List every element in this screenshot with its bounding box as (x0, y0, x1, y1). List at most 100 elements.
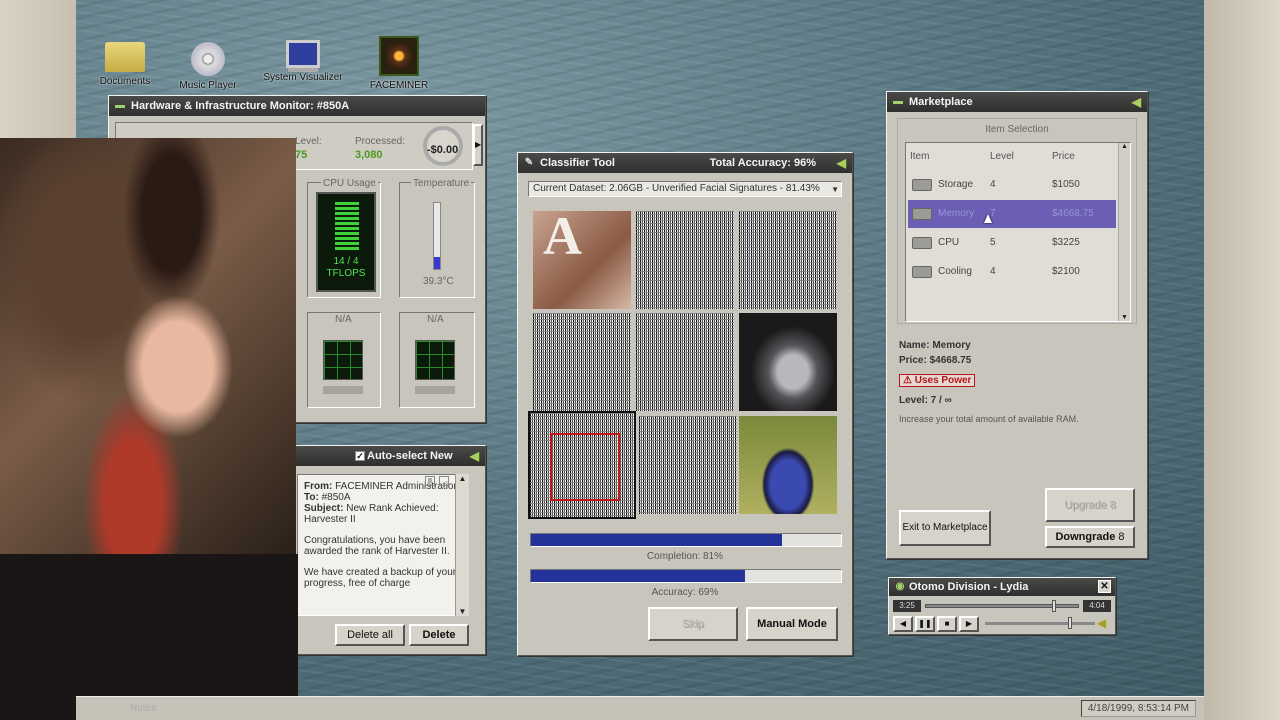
item-row-memory[interactable]: Memory 7 $4668.75 (908, 200, 1116, 228)
completion-bar-fill (531, 534, 783, 546)
window-title: Auto-select New (367, 450, 453, 462)
exit-marketplace-button[interactable]: Exit to Marketplace (899, 510, 991, 546)
desktop-icon-music-player[interactable]: Music Player (163, 36, 253, 91)
completion-label: Completion: 81% (646, 551, 724, 562)
speaker-icon[interactable]: ◀ (1132, 92, 1141, 112)
monitor-small-icon: ▬ (115, 100, 125, 111)
desktop-icon-faceminer[interactable]: FACEMINER (354, 36, 444, 91)
upgrade-button[interactable]: Upgrade 8 (1045, 488, 1135, 522)
auto-select-checkbox[interactable]: ✓ (355, 451, 365, 461)
item-item: Storage (938, 179, 974, 190)
slot-3-bar (323, 386, 363, 394)
scroll-up-icon[interactable]: ▲ (1119, 143, 1130, 150)
detail-name: Name: Memory (899, 340, 971, 351)
item-row-cpu[interactable]: CPU 5 $3225 (908, 229, 1116, 257)
accuracy-label: Accuracy: 69% (651, 587, 719, 598)
cpu-usage-meter: 14 / 4 TFLOPS (316, 192, 376, 292)
cpu-icon (912, 237, 932, 249)
maximize-icon[interactable] (439, 476, 449, 486)
image-cell-7-selected[interactable] (528, 411, 636, 519)
upgrade-count: 8 (1109, 499, 1116, 511)
image-cell-5[interactable] (636, 313, 734, 411)
player-titlebar[interactable]: ◉ Otomo Division - Lydia ✕ (889, 578, 1115, 596)
window-title: Marketplace (909, 96, 973, 108)
slot-4-bar (415, 386, 455, 394)
play-icon[interactable]: ▶ (959, 616, 979, 632)
thermometer-fill (434, 257, 440, 269)
mouse-cursor (984, 214, 992, 223)
downgrade-button[interactable]: Downgrade 8 (1045, 526, 1135, 548)
slot-4-label: N/A (427, 314, 444, 325)
scroll-down-icon[interactable]: ▼ (1119, 314, 1130, 321)
manual-mode-button[interactable]: Manual Mode (746, 607, 838, 641)
image-cell-9[interactable] (739, 416, 837, 514)
classifier-window: ✎ Classifier Tool Total Accuracy: 96% ◀ … (517, 152, 853, 656)
previous-icon[interactable]: ◀ (893, 616, 913, 632)
marketplace-titlebar[interactable]: ▬ Marketplace ◀ (887, 92, 1147, 112)
accuracy-bar (530, 569, 842, 583)
monitor-icon (286, 40, 320, 68)
track-title: Otomo Division - Lydia (909, 581, 1029, 593)
volume-slider[interactable] (985, 617, 1095, 629)
mail-titlebar[interactable]: ✓ Auto-select New ◀ (293, 446, 485, 466)
memory-icon (912, 208, 932, 220)
skip-button[interactable]: Skip (648, 607, 738, 641)
image-cell-6[interactable] (739, 313, 837, 411)
desktop-icon-label: Music Player (179, 80, 237, 91)
desktop-icon-label: FACEMINER (369, 80, 429, 91)
dataset-select[interactable]: Current Dataset: 2.06GB - Unverified Fac… (528, 181, 842, 197)
expand-button[interactable]: ▶ (473, 124, 483, 166)
message-to: To: #850A (304, 492, 462, 503)
speaker-icon[interactable]: ◀ (470, 446, 479, 466)
message-subject: Subject: New Rank Achieved: Harvester II (304, 503, 462, 525)
marketplace-window: ▬ Marketplace ◀ Item Selection Item Level … (886, 91, 1148, 559)
image-cell-8[interactable] (639, 416, 737, 514)
scroll-up-icon[interactable]: ▲ (456, 474, 469, 483)
processed-value: 3,080 (355, 149, 383, 161)
downgrade-count: 8 (1118, 531, 1125, 543)
item-price: $4668.75 (1052, 208, 1094, 219)
temperature-label: Temperature (411, 178, 472, 189)
desktop-icon-documents[interactable]: Documents (80, 36, 170, 87)
accuracy-bar-fill (531, 570, 745, 582)
scroll-down-icon[interactable]: ▼ (456, 607, 469, 616)
item-table-scrollbar[interactable]: ▲ ▼ (1118, 143, 1130, 321)
delete-button[interactable]: Delete (409, 624, 469, 646)
image-cell-1[interactable]: A (533, 211, 631, 309)
item-row-storage[interactable]: Storage 4 $1050 (908, 171, 1116, 199)
subject-label: Subject: (304, 503, 344, 514)
image-cell-3[interactable] (739, 211, 837, 309)
taskbar-notes-item[interactable]: Notes (130, 703, 156, 714)
close-icon[interactable]: ✕ (1098, 580, 1111, 593)
seek-knob[interactable] (1052, 600, 1056, 612)
volume-knob[interactable] (1067, 617, 1072, 629)
desktop-icon-label: System Visualizer (263, 72, 343, 83)
column-price: Price (1052, 151, 1075, 162)
stop-icon[interactable]: ■ (937, 616, 957, 632)
desktop-icon-system-visualizer[interactable]: System Visualizer (258, 36, 348, 83)
seek-bar[interactable] (925, 600, 1079, 612)
cpu-readout: 14 / 4 TFLOPS (318, 256, 374, 280)
message-scrollbar[interactable]: ▲ ▼ (455, 474, 469, 616)
image-cell-2[interactable] (636, 211, 734, 309)
pause-icon[interactable]: ❚❚ (915, 616, 935, 632)
cpu-readout-unit: TFLOPS (326, 268, 366, 279)
speaker-icon[interactable]: ◀ (1097, 616, 1106, 630)
hardware-monitor-titlebar[interactable]: ▬ Hardware & Infrastructure Monitor: #850… (109, 96, 485, 116)
chevron-down-icon: ▼ (831, 185, 839, 194)
slot-3-graph (323, 340, 363, 380)
item-level: 5 (990, 237, 996, 248)
speaker-icon[interactable]: ◀ (837, 153, 846, 173)
delete-all-button[interactable]: Delete all (335, 624, 405, 646)
classifier-titlebar[interactable]: ✎ Classifier Tool Total Accuracy: 96% ◀ (518, 153, 852, 173)
classifier-icon: ✎ (524, 157, 534, 168)
item-row-cooling[interactable]: Cooling 4 $2100 (908, 258, 1116, 286)
balance-value: -$0.00 (427, 144, 459, 156)
image-cell-4[interactable] (533, 313, 631, 411)
item-item: Memory (938, 208, 975, 219)
uses-power-badge: ⚠ Uses Power (899, 374, 976, 387)
pause-icon[interactable]: II (425, 476, 435, 486)
cooling-icon (912, 266, 932, 278)
faceminer-icon (379, 36, 419, 76)
level-label: Level: (295, 136, 322, 147)
